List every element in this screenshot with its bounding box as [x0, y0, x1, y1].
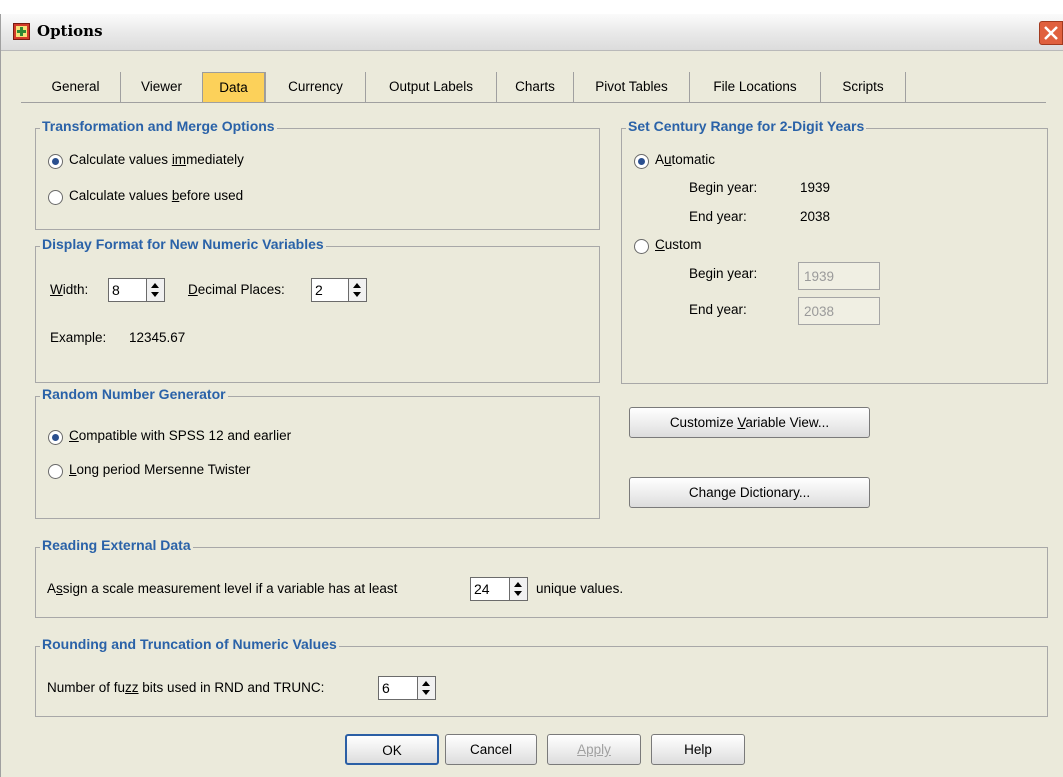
- example-value: 12345.67: [129, 330, 186, 345]
- compatible-spss12-radio[interactable]: [48, 430, 63, 445]
- ok-button[interactable]: OK: [345, 734, 439, 765]
- tab-panel-divider: [21, 102, 1046, 103]
- century-range-title: Set Century Range for 2-Digit Years: [626, 118, 867, 134]
- automatic-radio[interactable]: [634, 154, 649, 169]
- width-value: 8: [112, 282, 120, 298]
- reading-external-data-title: Reading External Data: [40, 537, 193, 553]
- title-bar[interactable]: Options: [1, 14, 1063, 51]
- transformation-merge-title: Transformation and Merge Options: [40, 118, 277, 134]
- window-title: Options: [37, 22, 103, 40]
- custom-begin-year-label: Begin year:: [689, 266, 758, 281]
- mersenne-twister-radio[interactable]: [48, 464, 63, 479]
- reading-external-data-group: Reading External Data Assign a scale mea…: [35, 537, 1048, 618]
- apply-button[interactable]: Apply: [547, 734, 641, 765]
- width-spin-arrows[interactable]: [146, 279, 164, 301]
- display-format-title: Display Format for New Numeric Variables: [40, 236, 326, 252]
- spin-down-icon: [151, 292, 159, 297]
- calculate-immediately-radio[interactable]: [48, 154, 63, 169]
- tab-viewer[interactable]: Viewer: [120, 72, 202, 102]
- custom-label[interactable]: Custom: [655, 237, 702, 252]
- auto-begin-year-value: 1939: [800, 180, 831, 195]
- spin-up-icon: [514, 582, 522, 587]
- scale-threshold-label: Assign a scale measurement level if a va…: [47, 581, 398, 596]
- fuzz-bits-label: Number of fuzz bits used in RND and TRUN…: [47, 680, 325, 695]
- decimal-places-stepper[interactable]: 2: [311, 278, 367, 302]
- tab-pivot-tables[interactable]: Pivot Tables: [573, 72, 689, 102]
- custom-end-year-input[interactable]: 2038: [798, 297, 880, 325]
- spin-down-icon: [422, 690, 430, 695]
- auto-end-year-value: 2038: [800, 209, 831, 224]
- automatic-label[interactable]: Automatic: [655, 152, 715, 167]
- auto-begin-year-label: Begin year:: [689, 180, 758, 195]
- rounding-truncation-title: Rounding and Truncation of Numeric Value…: [40, 636, 339, 652]
- custom-end-year-label: End year:: [689, 302, 747, 317]
- tab-file-locations[interactable]: File Locations: [689, 72, 820, 102]
- change-dictionary-button[interactable]: Change Dictionary...: [629, 477, 870, 508]
- decimal-spin-arrows[interactable]: [348, 279, 366, 301]
- scale-threshold-stepper[interactable]: 24: [470, 577, 528, 601]
- auto-end-year-label: End year:: [689, 209, 747, 224]
- options-app-icon: [13, 23, 30, 40]
- close-button[interactable]: [1039, 21, 1063, 45]
- fuzz-spin-arrows[interactable]: [417, 677, 435, 699]
- decimal-places-label: Decimal Places:: [188, 282, 285, 297]
- tab-output-labels[interactable]: Output Labels: [365, 72, 496, 102]
- custom-radio[interactable]: [634, 239, 649, 254]
- calculate-immediately-label[interactable]: Calculate values immediately: [69, 152, 244, 167]
- close-icon: [1044, 26, 1058, 40]
- width-stepper[interactable]: 8: [108, 278, 165, 302]
- help-button[interactable]: Help: [651, 734, 745, 765]
- spin-down-icon: [353, 292, 361, 297]
- rounding-truncation-group: Rounding and Truncation of Numeric Value…: [35, 636, 1048, 717]
- width-label: Width:: [50, 282, 89, 297]
- display-format-group: Display Format for New Numeric Variables…: [35, 236, 600, 383]
- cancel-button[interactable]: Cancel: [445, 734, 537, 765]
- random-number-generator-group: Random Number Generator Compatible with …: [35, 386, 600, 519]
- spin-up-icon: [353, 283, 361, 288]
- example-label: Example:: [50, 330, 107, 345]
- calculate-before-used-radio[interactable]: [48, 190, 63, 205]
- tab-data[interactable]: Data: [202, 72, 265, 103]
- unique-values-label: unique values.: [536, 581, 624, 596]
- transformation-merge-group: Transformation and Merge Options Calcula…: [35, 118, 600, 230]
- fuzz-bits-stepper[interactable]: 6: [378, 676, 436, 700]
- customize-variable-view-button[interactable]: Customize Variable View...: [629, 407, 870, 438]
- tab-currency[interactable]: Currency: [265, 72, 365, 102]
- century-range-group: Set Century Range for 2-Digit Years Auto…: [621, 118, 1048, 384]
- spin-up-icon: [151, 283, 159, 288]
- random-number-generator-title: Random Number Generator: [40, 386, 228, 402]
- scale-threshold-value: 24: [474, 581, 490, 597]
- spin-down-icon: [514, 591, 522, 596]
- mersenne-twister-label[interactable]: Long period Mersenne Twister: [69, 462, 250, 477]
- fuzz-bits-value: 6: [382, 680, 390, 696]
- tab-scripts[interactable]: Scripts: [820, 72, 906, 102]
- calculate-before-used-label[interactable]: Calculate values before used: [69, 188, 243, 203]
- scale-spin-arrows[interactable]: [509, 578, 527, 600]
- tab-charts[interactable]: Charts: [496, 72, 573, 102]
- options-dialog: Options General Viewer Data Currency Out…: [0, 14, 1063, 777]
- decimal-places-value: 2: [315, 282, 323, 298]
- custom-begin-year-input[interactable]: 1939: [798, 262, 880, 290]
- compatible-spss12-label[interactable]: Compatible with SPSS 12 and earlier: [69, 428, 291, 443]
- tab-general[interactable]: General: [31, 72, 120, 102]
- spin-up-icon: [422, 681, 430, 686]
